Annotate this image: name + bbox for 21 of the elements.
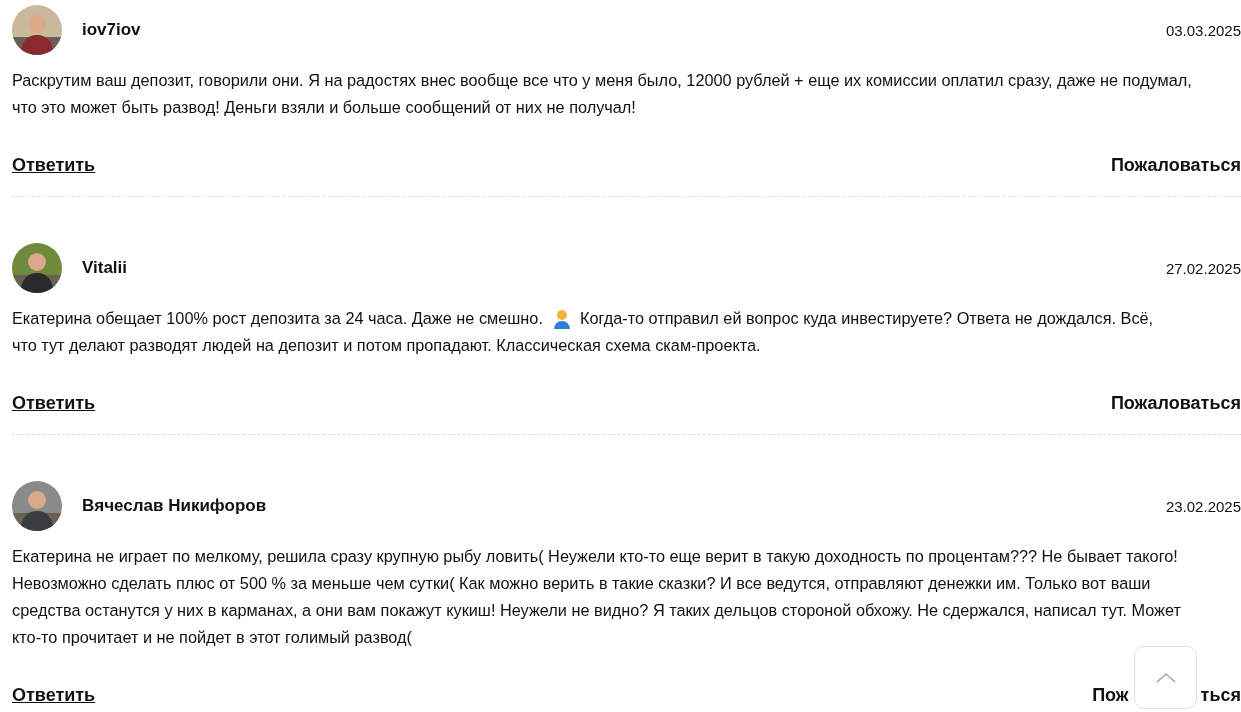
- comment-text: Раскрутим ваш депозит, говорили они. Я на радостях внес вообще все что у меня было, 12000 рублей + еще их комиссии оплатил сразу, даже не подумал, что это может быть развод! Деньги взяли и больше сообщений от них не получал!: [12, 70, 1193, 118]
- comment-date: 03.03.2025: [1165, 21, 1241, 39]
- author-name: Вячеслав Никифоров: [82, 496, 268, 516]
- scroll-top-button[interactable]: [1134, 646, 1197, 709]
- comment-date: 27.02.2025: [1165, 259, 1241, 277]
- author-name: Vitalii: [82, 258, 129, 278]
- person-icon: [552, 308, 571, 329]
- report-link[interactable]: Пож: [1092, 684, 1129, 706]
- comment-date: 23.02.2025: [1165, 497, 1241, 515]
- chevron-up-icon: [1154, 671, 1177, 684]
- comment-text: Екатерина не играет по мелкому, решила сразу крупную рыбу ловить( Неужели кто-то еще верит в такую доходность по процентам??? Не бывает такого! Невозможно сделать плюс от 500 % за меньше чем сутки( Как можно верить в такие сказки? И все ведутся, отправляют денежки им. Только вот ваши средства останутся у них в карманах, а они вам покажут кукиш! Неужели не видно? Я таких дельцов стороной обхожу. Не сдержался, написал тут. Может кто-то прочитает и не пойдет в этот голимый развод(: [12, 546, 1182, 648]
- report-link[interactable]: Пожаловаться: [1110, 392, 1241, 414]
- comment-text: Екатерина обещает 100% рост депозита за 24 часа. Даже не смешно.: [12, 308, 543, 329]
- reply-link[interactable]: Ответить: [12, 154, 96, 176]
- reply-link[interactable]: Ответить: [12, 684, 96, 706]
- comment-text: Когда-то отправил ей вопрос куда инвестируете? Ответа не дождался. Всё,: [579, 308, 1154, 329]
- reply-link[interactable]: Ответить: [12, 392, 96, 414]
- comment-text: что тут делают разводят людей на депозит и потом пропадают. Классическая схема скам-проекта.: [12, 335, 762, 356]
- report-link[interactable]: ться: [1200, 684, 1241, 706]
- report-link[interactable]: Пожаловаться: [1110, 154, 1241, 176]
- author-name: iov7iov: [82, 20, 142, 40]
